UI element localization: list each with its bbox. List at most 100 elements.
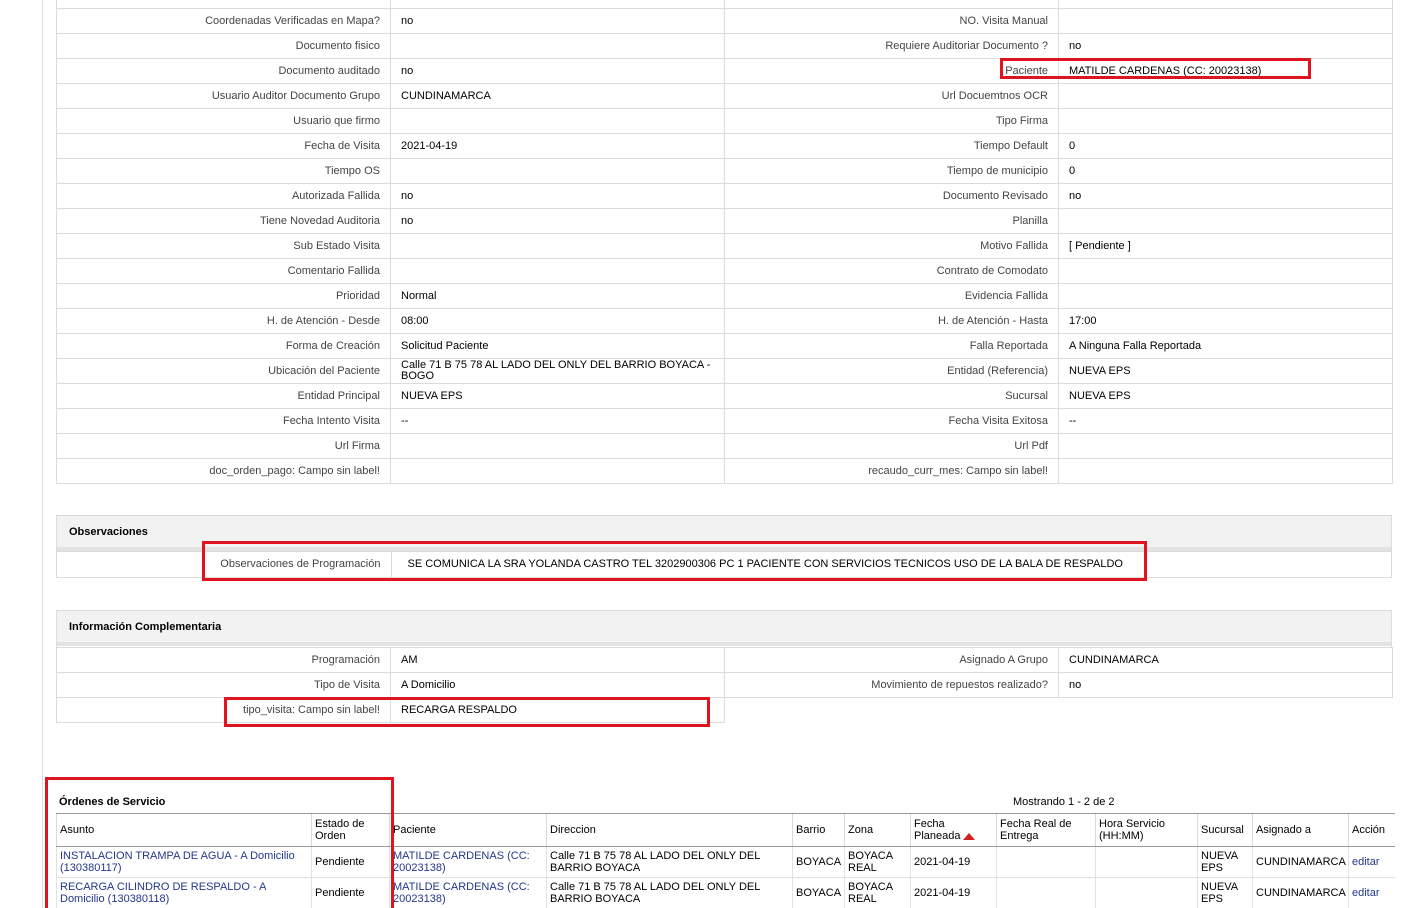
- field-value: [390, 433, 725, 459]
- field-label: doc_orden_pago: Campo sin label!: [56, 458, 391, 484]
- field-value: 0: [1058, 158, 1393, 184]
- field-label: Ubicación del Paciente: [56, 358, 391, 384]
- field-value: A Ninguna Falla Reportada: [1058, 333, 1393, 359]
- field-label: Planilla: [724, 208, 1059, 234]
- edit-order-link[interactable]: editar: [1348, 846, 1395, 878]
- field-value: no: [1058, 33, 1393, 59]
- field-value: 08:00: [390, 308, 725, 334]
- column-header-asunto[interactable]: Asunto: [56, 813, 312, 847]
- order-asunto-link[interactable]: INSTALACION TRAMPA DE AGUA - A Domicilio…: [56, 846, 312, 878]
- field-value: no: [1058, 183, 1393, 209]
- orders-table: Asunto Estado de Orden Paciente Direccio…: [56, 813, 1395, 908]
- field-value: [390, 158, 725, 184]
- field-label: Prioridad: [56, 283, 391, 309]
- page-left-border: [42, 0, 43, 908]
- column-header-fecha-planeada[interactable]: Fecha Planeada: [910, 813, 997, 847]
- info-value: RECARGA RESPALDO: [390, 697, 725, 723]
- field-value: 2021-04-19: [390, 133, 725, 159]
- detail-row: Ubicación del Paciente Calle 71 B 75 78 A…: [56, 358, 1393, 384]
- info-label: tipo_visita: Campo sin label!: [56, 697, 391, 723]
- info-complementaria-table: Programación AM Asignado A Grupo CUNDINA…: [56, 647, 1393, 723]
- order-asunto-link[interactable]: RECARGA CILINDRO DE RESPALDO - A Domicil…: [56, 877, 312, 908]
- field-value: [390, 258, 725, 284]
- orders-header-row: Asunto Estado de Orden Paciente Direccio…: [56, 813, 1395, 847]
- order-paciente-link[interactable]: MATILDE CARDENAS (CC: 20023138): [389, 846, 547, 878]
- field-label: Contrato de Comodato: [724, 258, 1059, 284]
- column-header-direccion[interactable]: Direccion: [546, 813, 793, 847]
- column-header-sucursal[interactable]: Sucursal: [1197, 813, 1253, 847]
- info-label: Programación: [56, 647, 391, 673]
- field-label: Tiempo Default: [724, 133, 1059, 159]
- field-value: [1058, 208, 1393, 234]
- observaciones-value: SE COMUNICA LA SRA YOLANDA CASTRO TEL 32…: [390, 551, 1391, 577]
- field-label: Falla Reportada: [724, 333, 1059, 359]
- order-sucursal: NUEVA EPS: [1197, 877, 1253, 908]
- detail-row: Documento auditado no Paciente MATILDE CARD…: [56, 58, 1393, 84]
- field-value: no: [390, 8, 725, 34]
- field-label: Forma de Creación: [56, 333, 391, 359]
- field-value: Normal: [390, 283, 725, 309]
- field-label: Usuario que firmo: [56, 108, 391, 134]
- observaciones-title: Observaciones: [57, 516, 1391, 551]
- field-label: H. de Atención - Desde: [56, 308, 391, 334]
- field-value: [1058, 258, 1393, 284]
- column-header-fecha-real[interactable]: Fecha Real de Entrega: [996, 813, 1096, 847]
- order-direccion: Calle 71 B 75 78 AL LADO DEL ONLY DEL BA…: [546, 877, 793, 908]
- order-asignado: CUNDINAMARCA: [1252, 846, 1349, 878]
- edit-order-link[interactable]: editar: [1348, 877, 1395, 908]
- column-header-asignado[interactable]: Asignado a: [1252, 813, 1349, 847]
- fecha-planeada-label: Fecha Planeada: [914, 818, 961, 842]
- field-label: Requiere Auditoriar Documento ?: [724, 33, 1059, 59]
- column-header-paciente[interactable]: Paciente: [389, 813, 547, 847]
- field-label: Sub Estado Visita: [56, 233, 391, 259]
- info-value: no: [1058, 672, 1393, 698]
- field-label: Url Docuemtnos OCR: [724, 83, 1059, 109]
- order-sucursal: NUEVA EPS: [1197, 846, 1253, 878]
- detail-row: Usuario Auditor Documento Grupo CUNDINAMA…: [56, 83, 1393, 109]
- order-hora-servicio: [1095, 846, 1198, 878]
- info-row: Tipo de Visita A Domicilio Movimiento de…: [56, 672, 1393, 698]
- info-label: Movimiento de repuestos realizado?: [724, 672, 1059, 698]
- field-value: Solicitud Paciente: [390, 333, 725, 359]
- field-label: Sucursal: [724, 383, 1059, 409]
- detail-row-top-partial: [56, 0, 1393, 9]
- field-label: H. de Atención - Hasta: [724, 308, 1059, 334]
- field-label: Tiempo de municipio: [724, 158, 1059, 184]
- info-value: AM: [390, 647, 725, 673]
- detail-row: Fecha de Visita 2021-04-19 Tiempo Default 0: [56, 133, 1393, 159]
- visit-detail-table: Coordenadas Verificadas en Mapa? no NO. Vi…: [56, 0, 1393, 484]
- info-value: CUNDINAMARCA: [1058, 647, 1393, 673]
- detail-row: Usuario que firmo Tipo Firma: [56, 108, 1393, 134]
- observaciones-label: Observaciones de Programación: [57, 551, 392, 577]
- column-header-hora-servicio[interactable]: Hora Servicio (HH:MM): [1095, 813, 1198, 847]
- detail-row: Tiempo OS Tiempo de municipio 0: [56, 158, 1393, 184]
- detail-row: H. de Atención - Desde 08:00 H. de Atenció…: [56, 308, 1393, 334]
- field-value: [390, 233, 725, 259]
- observaciones-table: Observaciones de Programación SE COMUNIC…: [57, 551, 1391, 577]
- observaciones-row: Observaciones de Programación SE COMUNIC…: [57, 551, 1391, 577]
- orders-title: Órdenes de Servicio: [59, 796, 166, 808]
- detail-row: Autorizada Fallida no Documento Revisado no: [56, 183, 1393, 209]
- field-label: Url Firma: [56, 433, 391, 459]
- field-label: Documento fisico: [56, 33, 391, 59]
- field-value: no: [390, 58, 725, 84]
- field-value: [1058, 108, 1393, 134]
- sort-ascending-icon[interactable]: [962, 832, 975, 840]
- field-value: [1058, 283, 1393, 309]
- order-paciente-link[interactable]: MATILDE CARDENAS (CC: 20023138): [389, 877, 547, 908]
- info-value: A Domicilio: [390, 672, 725, 698]
- field-value: no: [390, 208, 725, 234]
- field-value: NUEVA EPS: [1058, 383, 1393, 409]
- column-header-barrio[interactable]: Barrio: [792, 813, 845, 847]
- field-label: Paciente: [724, 58, 1059, 84]
- field-label: Autorizada Fallida: [56, 183, 391, 209]
- column-header-estado[interactable]: Estado de Orden: [311, 813, 390, 847]
- column-header-zona[interactable]: Zona: [844, 813, 911, 847]
- field-value: [390, 458, 725, 484]
- field-value: CUNDINAMARCA: [390, 83, 725, 109]
- info-label: Asignado A Grupo: [724, 647, 1059, 673]
- observaciones-panel: Observaciones Observaciones de Programac…: [56, 515, 1392, 578]
- detail-row: Coordenadas Verificadas en Mapa? no NO. Vi…: [56, 8, 1393, 34]
- field-label: Url Pdf: [724, 433, 1059, 459]
- column-header-accion: Acción: [1348, 813, 1395, 847]
